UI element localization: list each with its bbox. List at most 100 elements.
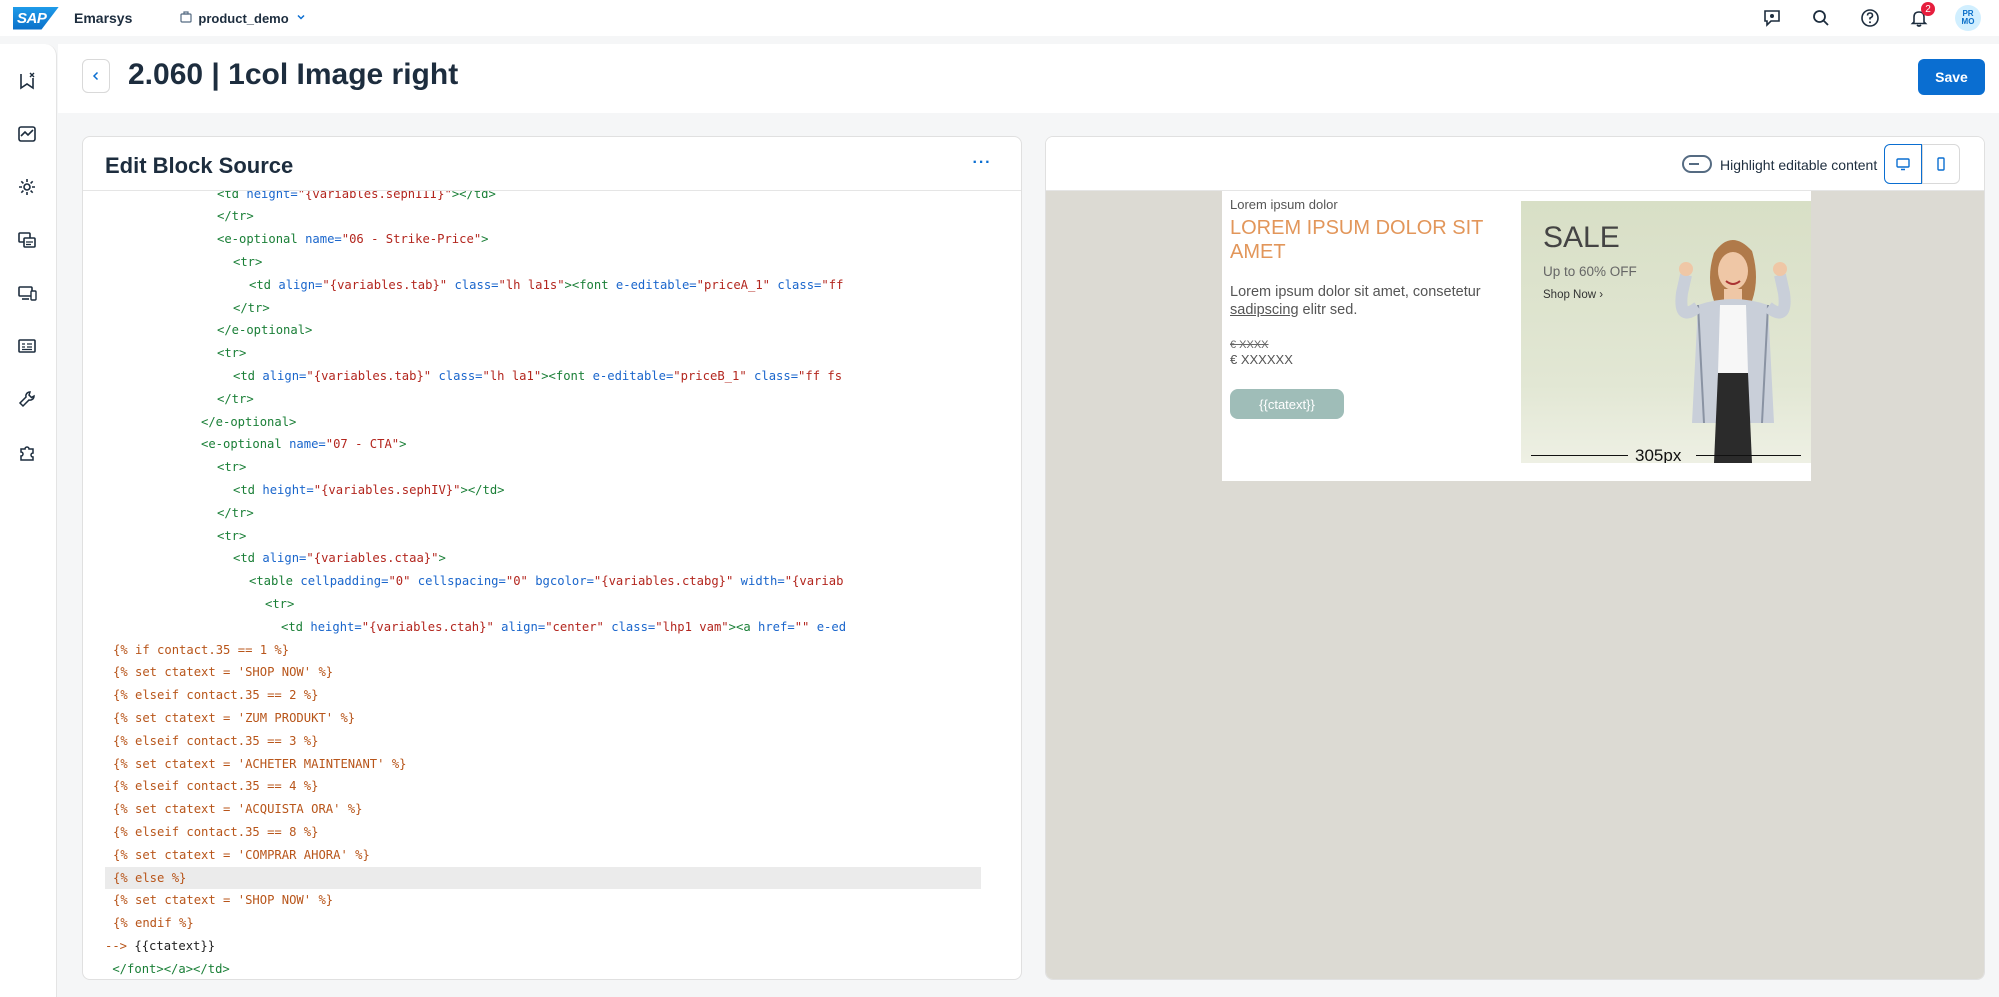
code-line[interactable]: </tr> [105, 297, 981, 320]
edit-block-source-panel: Edit Block Source ··· <td height="{varia… [82, 136, 1022, 980]
nav-contacts-icon[interactable] [14, 333, 40, 359]
code-line[interactable]: </tr> [105, 502, 981, 525]
code-line[interactable]: {% set ctatext = 'ACHETER MAINTENANT' %} [105, 753, 981, 776]
code-token: <tr> [265, 596, 295, 611]
code-line[interactable]: <td align="{variables.tab}" class="lh la… [105, 274, 981, 297]
code-line[interactable]: <td height="{variables.sephIV}"></td> [105, 479, 981, 502]
code-line[interactable]: <td height="{variables.ctah}" align="cen… [105, 616, 981, 639]
notification-bell-icon[interactable]: 2 [1906, 2, 1935, 31]
code-line[interactable]: </font></a></td> [105, 958, 981, 979]
code-token: "0" [505, 574, 536, 589]
code-token: </e-optional> [217, 323, 313, 338]
code-line[interactable]: </e-optional> [105, 319, 981, 342]
account-switcher[interactable]: product_demo [180, 11, 306, 26]
code-token: height= [310, 619, 362, 634]
back-button[interactable] [82, 59, 110, 93]
code-editor[interactable]: <td height="{variables.sephIII}"></td> </… [105, 191, 981, 979]
code-line[interactable]: {% elseif contact.35 == 4 %} [105, 775, 981, 798]
sap-logo[interactable]: SAP [13, 6, 59, 30]
code-token: name= [289, 437, 326, 452]
chevron-left-icon [92, 71, 99, 81]
code-token: "priceB_1" [673, 368, 755, 383]
account-name: product_demo [198, 10, 289, 26]
code-token: <td [233, 482, 263, 497]
code-token: {% set ctatext = 'SHOP NOW' %} [113, 665, 334, 680]
code-token: {% elseif contact.35 == 4 %} [113, 779, 319, 794]
code-line[interactable]: <tr> [105, 593, 981, 616]
code-token: "center" [545, 619, 612, 634]
code-token: {% elseif contact.35 == 8 %} [113, 824, 319, 839]
code-line[interactable]: <e-optional name="06 - Strike-Price"> [105, 228, 981, 251]
mobile-view-button[interactable] [1922, 144, 1960, 184]
code-line[interactable]: {% elseif contact.35 == 8 %} [105, 821, 981, 844]
assistant-icon[interactable] [1759, 5, 1785, 31]
nav-content-icon[interactable] [14, 227, 40, 253]
side-navigation [0, 44, 57, 997]
code-token: class= [438, 368, 483, 383]
more-options-button[interactable]: ··· [969, 151, 995, 175]
code-line[interactable]: {% endif %} [105, 912, 981, 935]
nav-campaigns-icon[interactable] [14, 68, 40, 94]
code-line[interactable]: <e-optional name="07 - CTA"> [105, 433, 981, 456]
code-line[interactable]: {% elseif contact.35 == 3 %} [105, 730, 981, 753]
code-line[interactable]: <tr> [105, 525, 981, 548]
code-token: align= [262, 551, 307, 566]
nav-tools-icon[interactable] [14, 386, 40, 412]
code-token: "lh la1" [482, 368, 542, 383]
code-line[interactable]: </e-optional> [105, 411, 981, 434]
cta-button[interactable]: {{ctatext}} [1230, 389, 1344, 419]
code-line[interactable]: </tr> [105, 205, 981, 228]
code-line[interactable]: {% set ctatext = 'SHOP NOW' %} [105, 661, 981, 684]
save-button[interactable]: Save [1918, 59, 1985, 95]
search-icon[interactable] [1808, 5, 1834, 31]
code-token: > [481, 232, 489, 247]
sale-shop-link: Shop Now › [1543, 289, 1604, 301]
code-line[interactable]: <tr> [105, 342, 981, 365]
code-line[interactable]: {% set ctatext = 'ACQUISTA ORA' %} [105, 798, 981, 821]
code-token: "lhp1 vam" [655, 619, 729, 634]
code-line[interactable]: <td align="{variables.tab}" class="lh la… [105, 365, 981, 388]
code-token: "0" [388, 574, 418, 589]
code-token: > [399, 437, 407, 452]
email-body-link[interactable]: sadipscing [1230, 302, 1299, 318]
nav-automation-icon[interactable] [14, 174, 40, 200]
code-line[interactable]: {% set ctatext = 'SHOP NOW' %} [105, 889, 981, 912]
code-line[interactable]: {% else %} [105, 866, 981, 890]
code-line[interactable]: <tr> [105, 456, 981, 479]
nav-analytics-icon[interactable] [14, 121, 40, 147]
code-token: <td [233, 368, 263, 383]
help-icon[interactable] [1857, 5, 1883, 31]
code-line[interactable]: {% elseif contact.35 == 2 %} [105, 684, 981, 707]
sale-image: SALE Up to 60% OFF Shop Now › 305px [1521, 201, 1811, 463]
code-token: <td [281, 619, 311, 634]
code-token: <tr> [233, 254, 263, 269]
code-token: name= [305, 232, 342, 247]
code-line[interactable]: --> {{ctatext}} [105, 935, 981, 958]
code-token: "{variab [784, 574, 844, 589]
code-token: "{variables.tab}" [306, 368, 439, 383]
editor-header: Edit Block Source ··· [83, 137, 1021, 191]
code-token: </tr> [217, 391, 254, 406]
code-line[interactable]: <table cellpadding="0" cellspacing="0" b… [105, 570, 981, 593]
code-token: {% endif %} [113, 916, 194, 931]
code-line[interactable]: {% if contact.35 == 1 %} [105, 639, 981, 662]
code-token: "{variables.tab}" [322, 277, 455, 292]
code-token: </tr> [217, 505, 254, 520]
code-token: --> [105, 938, 135, 953]
desktop-view-button[interactable] [1884, 144, 1922, 184]
nav-channels-icon[interactable] [14, 280, 40, 306]
user-avatar[interactable]: PR MO [1955, 5, 1981, 31]
code-line[interactable]: <td align="{variables.ctaa}"> [105, 547, 981, 570]
nav-addons-icon[interactable] [14, 439, 40, 465]
code-line[interactable]: <tr> [105, 251, 981, 274]
ruler-label: 305px [1635, 446, 1682, 463]
code-line[interactable]: {% set ctatext = 'COMPRAR AHORA' %} [105, 844, 981, 867]
highlight-editable-toggle[interactable] [1682, 155, 1712, 173]
code-token: align= [262, 368, 307, 383]
code-line[interactable]: </tr> [105, 388, 981, 411]
email-body-suffix: elitr sed. [1298, 302, 1358, 318]
chevron-down-icon [295, 11, 307, 26]
code-token: bgcolor= [535, 574, 594, 589]
code-line[interactable]: <td height="{variables.sephIII}"></td> [105, 191, 981, 205]
code-line[interactable]: {% set ctatext = 'ZUM PRODUKT' %} [105, 707, 981, 730]
